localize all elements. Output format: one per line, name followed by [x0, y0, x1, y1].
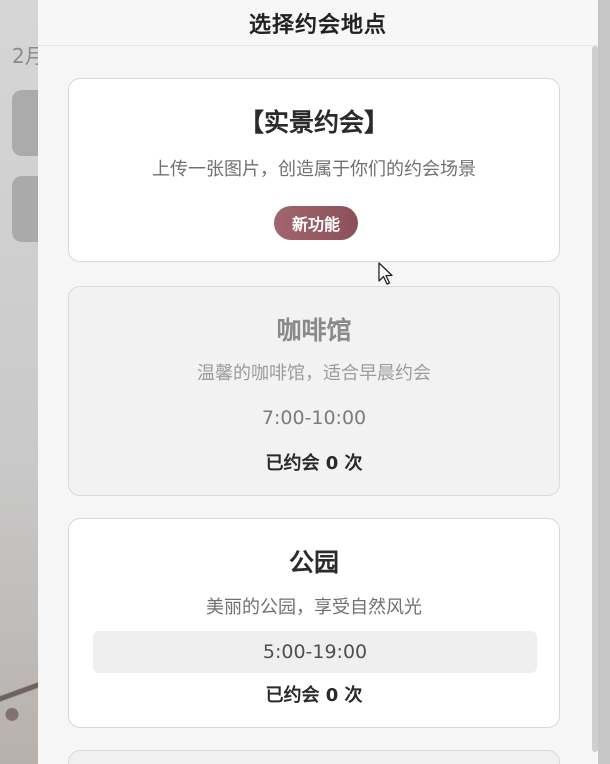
date-count: 已约会 0 次	[265, 453, 363, 474]
card-title: 公园	[288, 548, 339, 577]
background-decoration	[0, 640, 40, 764]
date-count: 已约会 0 次	[265, 685, 363, 706]
card-title: 【实景约会】	[238, 108, 389, 137]
card-title: 咖啡馆	[276, 316, 352, 345]
mouse-cursor-icon	[378, 262, 393, 285]
location-card-partial[interactable]	[68, 750, 560, 764]
location-card-real-scene[interactable]: 【实景约会】 上传一张图片，创造属于你们的约会场景 新功能	[68, 78, 560, 262]
card-description: 美丽的公园，享受自然风光	[206, 597, 422, 618]
open-hours: 5:00-19:00	[262, 641, 368, 663]
card-description: 上传一张图片，创造属于你们的约会场景	[152, 159, 476, 180]
background-edge	[596, 0, 610, 764]
scrollbar-thumb[interactable]	[592, 46, 598, 752]
new-feature-badge: 新功能	[274, 206, 358, 240]
modal-header: 选择约会地点	[38, 0, 598, 46]
location-card-park[interactable]: 公园 美丽的公园，享受自然风光 5:00-19:00 已约会 0 次	[68, 518, 560, 728]
location-card-cafe[interactable]: 咖啡馆 温馨的咖啡馆，适合早晨约会 7:00-10:00 已约会 0 次	[68, 286, 560, 496]
open-hours-box: 5:00-19:00	[93, 631, 537, 673]
date-location-modal: 选择约会地点 【实景约会】 上传一张图片，创造属于你们的约会场景 新功能 咖啡馆…	[38, 0, 598, 764]
open-hours: 7:00-10:00	[261, 407, 367, 429]
card-description: 温馨的咖啡馆，适合早晨约会	[197, 363, 431, 384]
modal-title: 选择约会地点	[248, 12, 387, 38]
modal-scrollbar[interactable]	[592, 46, 598, 752]
